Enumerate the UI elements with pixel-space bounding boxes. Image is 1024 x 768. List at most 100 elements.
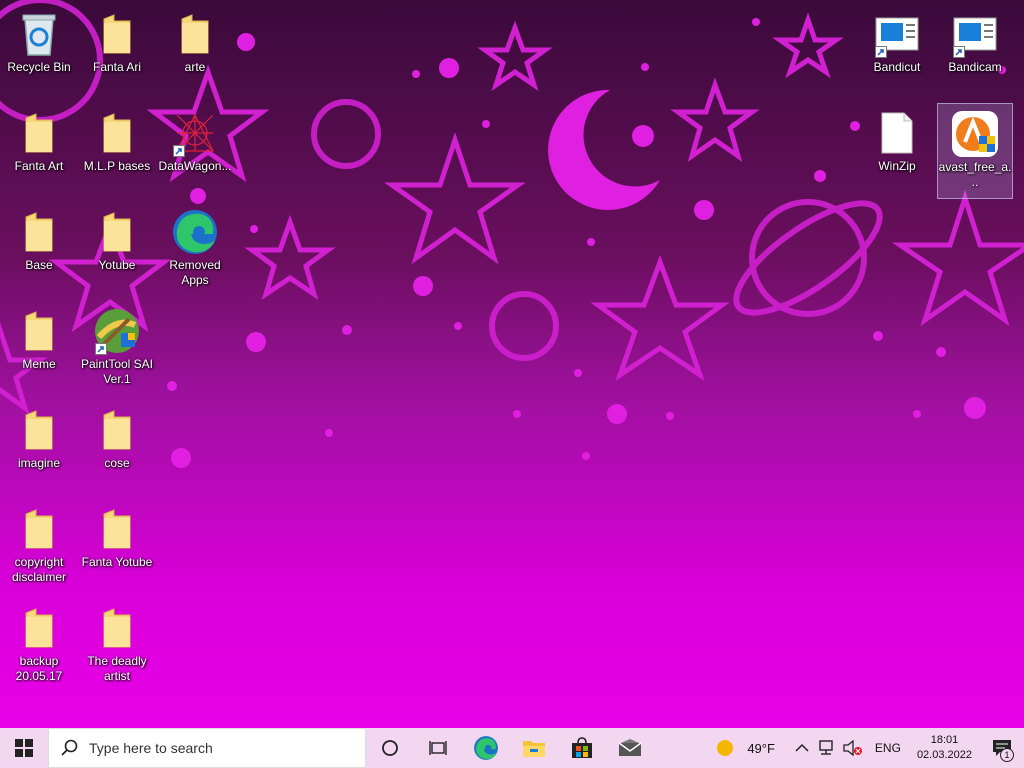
desktop-icon-label: cose xyxy=(104,456,130,470)
windows-logo-icon xyxy=(15,739,33,757)
desktop-icon-recycle-bin[interactable]: Recycle Bin xyxy=(1,4,77,100)
desktop-icon-label: Bandicut xyxy=(873,60,921,74)
language-indicator[interactable]: ENG xyxy=(867,728,909,768)
network-button[interactable] xyxy=(813,728,839,768)
clock-time: 18:01 xyxy=(930,734,959,746)
folder-icon xyxy=(93,208,141,256)
sun-icon xyxy=(717,740,734,756)
desktop-icon-removed-apps[interactable]: Removed Apps xyxy=(157,202,233,298)
desktop-icon-meme[interactable]: Meme xyxy=(1,301,77,397)
desktop-icon-backup[interactable]: backup 20.05.17 xyxy=(1,598,77,694)
shortcut-arrow-icon xyxy=(875,46,887,58)
folder-icon xyxy=(93,10,141,58)
clock-date: 02.03.2022 xyxy=(916,749,972,761)
mail-icon xyxy=(618,739,642,756)
painttool-sai-icon xyxy=(93,307,141,355)
desktop-icon-label: Recycle Bin xyxy=(7,60,71,74)
desktop[interactable]: Recycle Bin Fanta Art Base Meme imagine … xyxy=(0,0,1024,728)
cortana-button[interactable] xyxy=(366,728,414,768)
shortcut-arrow-icon xyxy=(95,343,107,355)
datawagon-icon xyxy=(171,109,219,157)
desktop-icon-label: WinZip xyxy=(878,159,916,173)
folder-icon xyxy=(171,10,219,58)
notification-center-button[interactable]: 1 xyxy=(980,728,1024,768)
folder-icon xyxy=(15,208,63,256)
desktop-icon-bandicut[interactable]: Bandicut xyxy=(859,4,935,100)
folder-icon xyxy=(93,109,141,157)
system-tray: 49°F ENG 18:01 02.03.2022 1 xyxy=(709,728,1024,768)
taskbar-store-button[interactable] xyxy=(558,728,606,768)
search-input[interactable] xyxy=(89,740,349,756)
desktop-icon-label: The deadly artist xyxy=(87,654,147,683)
bandicut-icon xyxy=(873,10,921,58)
desktop-icon-the-deadly-artist[interactable]: The deadly artist xyxy=(79,598,155,694)
edge-icon xyxy=(171,208,219,256)
start-button[interactable] xyxy=(0,728,48,768)
shortcut-arrow-icon xyxy=(953,46,965,58)
desktop-icon-yotube[interactable]: Yotube xyxy=(79,202,155,298)
network-icon xyxy=(819,740,833,755)
file-icon xyxy=(873,109,921,157)
desktop-icon-winzip[interactable]: WinZip xyxy=(859,103,935,199)
volume-muted-icon xyxy=(843,740,862,756)
folder-icon xyxy=(15,307,63,355)
desktop-icon-label: backup 20.05.17 xyxy=(15,654,63,683)
desktop-icon-datawagon[interactable]: DataWagon... xyxy=(157,103,233,199)
taskbar: 49°F ENG 18:01 02.03.2022 1 xyxy=(0,728,1024,768)
folder-icon xyxy=(93,406,141,454)
taskbar-edge-button[interactable] xyxy=(462,728,510,768)
desktop-icon-fanta-ari[interactable]: Fanta Ari xyxy=(79,4,155,100)
language-label: ENG xyxy=(874,741,901,755)
desktop-icon-fanta-yotube[interactable]: Fanta Yotube xyxy=(79,499,155,595)
desktop-icon-label: copyright disclaimer xyxy=(11,555,66,584)
clock[interactable]: 18:01 02.03.2022 xyxy=(909,728,980,768)
desktop-icon-label: Meme xyxy=(22,357,56,371)
desktop-icon-copyright-disclaimer[interactable]: copyright disclaimer xyxy=(1,499,77,595)
recycle-bin-icon xyxy=(15,10,63,58)
task-view-button[interactable] xyxy=(414,728,462,768)
desktop-icon-label: Fanta Ari xyxy=(92,60,142,74)
microsoft-store-icon xyxy=(572,737,592,758)
folder-icon xyxy=(93,505,141,553)
folder-icon xyxy=(15,406,63,454)
search-icon xyxy=(61,739,78,756)
taskbar-search-box[interactable] xyxy=(48,728,366,768)
desktop-icon-arte[interactable]: arte xyxy=(157,4,233,100)
desktop-icon-avast[interactable]: avast_free_a... xyxy=(937,103,1013,199)
desktop-icon-label: Base xyxy=(25,258,53,272)
folder-icon xyxy=(15,109,63,157)
show-hidden-icons-button[interactable] xyxy=(791,728,813,768)
desktop-icon-label: DataWagon... xyxy=(158,159,232,173)
edge-icon xyxy=(474,736,498,760)
desktop-icon-mlp-bases[interactable]: M.L.P bases xyxy=(79,103,155,199)
taskbar-file-explorer-button[interactable] xyxy=(510,728,558,768)
folder-icon xyxy=(15,604,63,652)
desktop-icon-label: Yotube xyxy=(98,258,136,272)
desktop-icon-cose[interactable]: cose xyxy=(79,400,155,496)
desktop-icon-base[interactable]: Base xyxy=(1,202,77,298)
weather-widget[interactable]: 49°F xyxy=(709,728,781,768)
bandicam-icon xyxy=(951,10,999,58)
desktop-icon-fanta-art[interactable]: Fanta Art xyxy=(1,103,77,199)
volume-button[interactable] xyxy=(839,728,867,768)
avast-icon xyxy=(951,110,999,158)
taskbar-mail-button[interactable] xyxy=(606,728,654,768)
desktop-icon-label: PaintTool SAI Ver.1 xyxy=(80,357,154,386)
desktop-icon-label: avast_free_a... xyxy=(938,160,1012,189)
desktop-icon-label: Removed Apps xyxy=(169,258,221,287)
folder-icon xyxy=(15,505,63,553)
desktop-icon-bandicam[interactable]: Bandicam xyxy=(937,4,1013,100)
folder-icon xyxy=(93,604,141,652)
desktop-icon-label: imagine xyxy=(17,456,61,470)
desktop-icon-label: arte xyxy=(184,60,206,74)
desktop-icon-label: Fanta Art xyxy=(14,159,64,173)
desktop-icon-imagine[interactable]: imagine xyxy=(1,400,77,496)
desktop-icon-painttool-sai[interactable]: PaintTool SAI Ver.1 xyxy=(79,301,155,397)
weather-temperature: 49°F xyxy=(747,740,775,756)
desktop-icon-label: Fanta Yotube xyxy=(81,555,153,569)
file-explorer-icon xyxy=(523,741,545,757)
chevron-up-icon xyxy=(795,743,809,752)
desktop-icon-label: Bandicam xyxy=(948,60,1002,74)
task-view-icon xyxy=(429,741,447,755)
notification-count-badge: 1 xyxy=(1000,748,1014,762)
